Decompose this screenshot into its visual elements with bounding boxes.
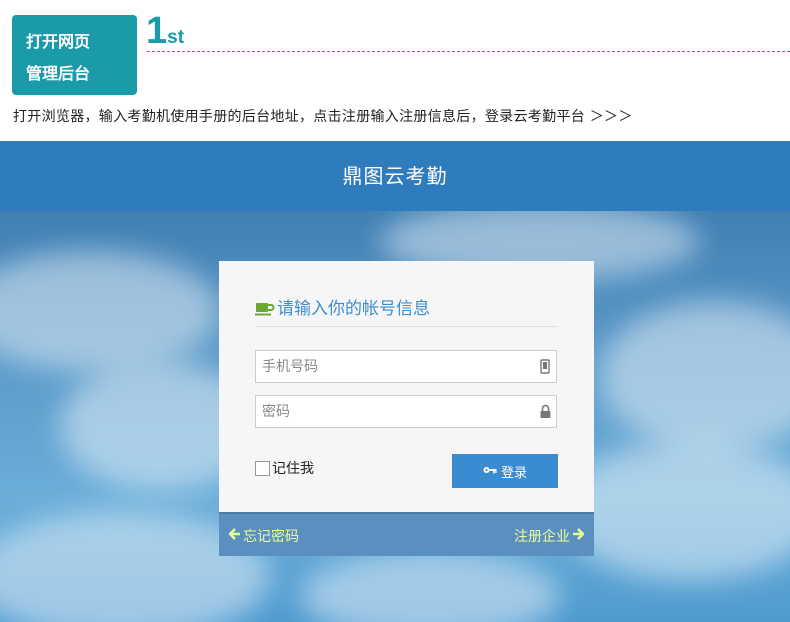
remember-label: 记住我 xyxy=(272,461,314,477)
register-company-label: 注册企业 xyxy=(514,529,570,545)
step-description: 打开浏览器，输入考勤机使用手册的后台地址，点击注册输入注册信息后，登录云考勤平台… xyxy=(13,109,633,125)
cloud xyxy=(600,301,790,451)
lock-icon xyxy=(540,404,551,420)
dashed-divider xyxy=(147,51,790,52)
mobile-phone-icon xyxy=(540,359,550,375)
key-icon xyxy=(483,464,497,479)
login-heading: 请输入你的帐号信息 xyxy=(255,297,557,327)
remember-checkbox[interactable] xyxy=(255,460,270,476)
password-input[interactable] xyxy=(256,396,526,427)
cloud xyxy=(0,251,220,371)
login-card-footer: 忘记密码 注册企业 xyxy=(219,512,594,556)
login-button[interactable]: 登录 xyxy=(452,454,558,488)
step-number-suffix: st xyxy=(167,27,185,48)
coffee-cup-icon xyxy=(255,300,277,324)
remember-me[interactable]: 记住我 xyxy=(255,458,314,478)
password-field[interactable] xyxy=(255,395,557,428)
app-header: 鼎图云考勤 xyxy=(0,141,790,211)
arrow-right-icon xyxy=(572,528,585,544)
step-badge-line1: 打开网页 xyxy=(26,32,91,51)
login-heading-text: 请输入你的帐号信息 xyxy=(277,299,430,319)
step-number-digit: 1 xyxy=(146,10,168,52)
login-card: 请输入你的帐号信息 记住我 xyxy=(219,261,594,512)
step-badge-line2: 管理后台 xyxy=(26,64,91,83)
phone-input[interactable] xyxy=(256,351,526,382)
arrow-left-icon xyxy=(228,528,241,544)
forgot-password-link[interactable]: 忘记密码 xyxy=(228,526,299,546)
step-badge: 打开网页 管理后台 xyxy=(12,15,137,95)
step-number: 1st xyxy=(146,10,184,53)
app-title: 鼎图云考勤 xyxy=(342,164,448,188)
cloud xyxy=(300,551,560,622)
login-button-label: 登录 xyxy=(500,465,527,481)
phone-field[interactable] xyxy=(255,350,557,383)
cloud xyxy=(560,441,790,581)
forgot-password-label: 忘记密码 xyxy=(243,529,299,545)
register-company-link[interactable]: 注册企业 xyxy=(514,526,585,546)
